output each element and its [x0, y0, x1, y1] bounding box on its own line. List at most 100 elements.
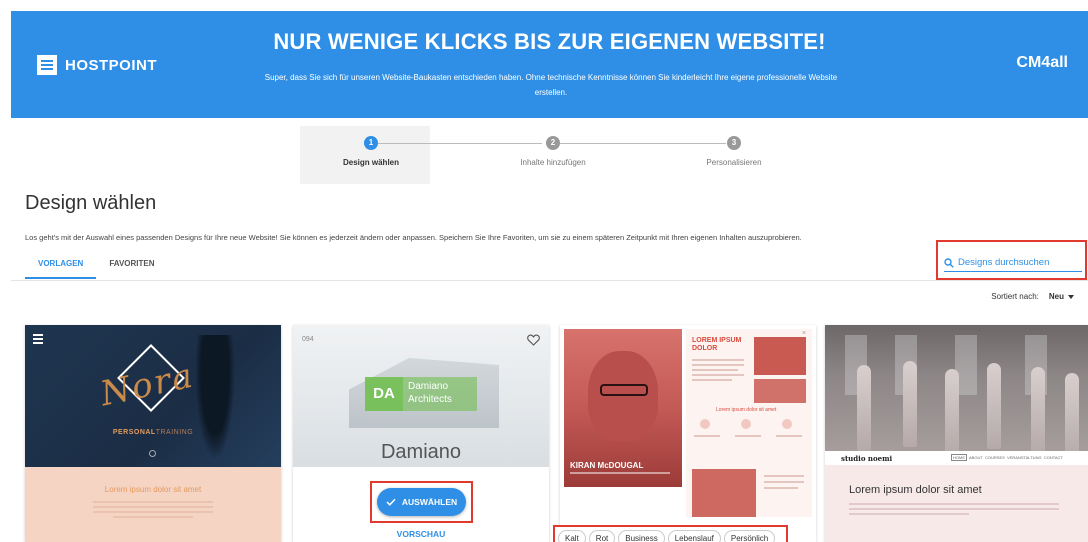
- design-number: 094: [302, 336, 314, 343]
- sort-value: Neu: [1048, 292, 1064, 301]
- sort-label: Sortiert nach:: [991, 292, 1039, 301]
- noemi-nav-bar: studio noemi HOME ABOUT COURSES VERANSTA…: [825, 451, 1088, 465]
- nora-content-area: [25, 467, 281, 542]
- text-placeholder-line: [113, 516, 193, 518]
- tag-lebenslauf[interactable]: Lebenslauf: [667, 530, 721, 542]
- stepper-line: [378, 143, 542, 144]
- preview-link[interactable]: VORSCHAU: [293, 529, 549, 539]
- kiran-page-preview: × LOREM IPSUM DOLOR Lorem ipsum dolor si…: [686, 329, 812, 517]
- step-3-label[interactable]: Personalisieren: [706, 158, 761, 167]
- athlete-figure: [195, 335, 235, 460]
- tab-favoriten[interactable]: FAVORITEN: [96, 256, 167, 279]
- favorite-heart-icon[interactable]: [527, 334, 540, 346]
- noemi-nav-link: CONTACT: [1043, 455, 1063, 460]
- yoga-person: [945, 369, 959, 455]
- thumbnail-image: [754, 337, 806, 375]
- thumbnail-image: [754, 379, 806, 403]
- hostpoint-logo[interactable]: HOSTPOINT: [37, 55, 157, 75]
- sort-dropdown[interactable]: Neu: [1049, 292, 1074, 301]
- yoga-person: [857, 365, 871, 451]
- nora-tagline-light: TRAINING: [155, 429, 194, 436]
- text-placeholder-line: [692, 374, 744, 376]
- text-placeholder-line: [570, 472, 670, 474]
- text-placeholder-line: [692, 359, 744, 361]
- yoga-person: [903, 361, 917, 447]
- damiano-logo-initials: DA: [365, 377, 403, 411]
- sort-control: Sortiert nach: Neu: [991, 292, 1074, 301]
- kiran-heading: LOREM IPSUM DOLOR: [692, 337, 742, 352]
- banner-subtitle: Super, dass Sie sich für unseren Website…: [264, 73, 838, 97]
- text-placeholder-line: [764, 487, 798, 489]
- portrait-glasses: [600, 384, 648, 396]
- active-step-highlight: [300, 126, 430, 184]
- kiran-portrait-image: KIRAN McDOUGAL: [564, 329, 682, 487]
- text-placeholder-line: [764, 475, 804, 477]
- thumbnail-image: [692, 469, 756, 517]
- tab-vorlagen[interactable]: VORLAGEN: [25, 256, 97, 279]
- design-card-kiran[interactable]: KIRAN McDOUGAL × LOREM IPSUM DOLOR Lorem…: [560, 325, 816, 542]
- scroll-indicator-icon: [149, 450, 156, 457]
- design-card-studio-noemi[interactable]: studio noemi HOME ABOUT COURSES VERANSTA…: [825, 325, 1088, 542]
- design-tabs: VORLAGEN FAVORITEN: [25, 256, 168, 279]
- page-title: Design wählen: [25, 192, 157, 214]
- search-input[interactable]: Designs durchsuchen: [944, 254, 1082, 272]
- step-2-label[interactable]: Inhalte hinzufügen: [520, 158, 585, 167]
- tag-kalt[interactable]: Kalt: [558, 530, 586, 542]
- feature-icon: [782, 419, 792, 429]
- step-1-indicator[interactable]: 1: [364, 136, 378, 150]
- design-name: Damiano: [380, 441, 462, 463]
- tabs-divider: [11, 280, 1088, 281]
- hostpoint-logo-text: HOSTPOINT: [65, 56, 158, 74]
- nora-tagline: PERSONALTRAINING: [25, 429, 281, 436]
- select-design-button[interactable]: AUSWÄHLEN: [377, 488, 466, 516]
- design-card-damiano[interactable]: 094 DA Damiano Architects Damiano AUSWÄH…: [293, 325, 549, 542]
- text-placeholder-line: [849, 513, 969, 515]
- text-placeholder-line: [692, 369, 738, 371]
- feature-icon: [700, 419, 710, 429]
- step-1-label[interactable]: Design wählen: [343, 158, 399, 167]
- text-placeholder-line: [692, 364, 744, 366]
- text-placeholder-line: [735, 435, 761, 437]
- text-placeholder-line: [93, 501, 213, 503]
- text-placeholder-line: [93, 506, 213, 508]
- design-card-nora[interactable]: Nora PERSONALTRAINING Lorem ipsum dolor …: [25, 325, 281, 542]
- text-placeholder-line: [692, 379, 732, 381]
- tag-persoenlich[interactable]: Persönlich: [723, 530, 776, 542]
- search-placeholder: Designs durchsuchen: [958, 257, 1050, 268]
- intro-text: Los geht's mit der Auswahl eines passend…: [25, 233, 802, 242]
- text-placeholder-line: [849, 508, 1059, 510]
- hostpoint-logo-icon: [37, 55, 57, 75]
- kiran-name: KIRAN McDOUGAL: [570, 461, 644, 470]
- banner-title: NUR WENIGE KLICKS BIS ZUR EIGENEN WEBSIT…: [273, 29, 826, 54]
- yoga-person: [1065, 373, 1079, 459]
- yoga-person: [987, 363, 1001, 449]
- close-icon: ×: [802, 330, 807, 337]
- hamburger-menu-icon: [33, 334, 43, 346]
- noemi-nav-link: HOME: [951, 454, 967, 461]
- text-placeholder-line: [694, 435, 720, 437]
- damiano-logo-name: Damiano Architects: [403, 377, 477, 411]
- text-placeholder-line: [776, 435, 802, 437]
- text-placeholder-line: [849, 503, 1059, 505]
- nora-lorem-heading: Lorem ipsum dolor sit amet: [104, 485, 202, 494]
- step-3-indicator[interactable]: 3: [727, 136, 741, 150]
- caret-down-icon: [1068, 294, 1074, 299]
- noemi-nav-link: COURSES: [985, 455, 1005, 460]
- yoga-person: [1031, 367, 1045, 453]
- noemi-lorem-heading: Lorem ipsum dolor sit amet: [849, 484, 982, 496]
- search-highlight: Designs durchsuchen: [936, 240, 1087, 280]
- tag-business[interactable]: Business: [618, 530, 665, 542]
- portrait-face: [588, 351, 658, 441]
- header-banner: HOSTPOINT NUR WENIGE KLICKS BIS ZUR EIGE…: [11, 11, 1088, 118]
- nora-tagline-bold: PERSONAL: [112, 429, 156, 436]
- feature-icon: [741, 419, 751, 429]
- step-2-indicator[interactable]: 2: [546, 136, 560, 150]
- tag-rot[interactable]: Rot: [588, 530, 616, 542]
- search-icon: [944, 257, 954, 268]
- select-button-label: AUSWÄHLEN: [401, 497, 458, 507]
- text-placeholder-line: [93, 511, 213, 513]
- cm4all-logo: CM4all: [1016, 54, 1068, 71]
- kiran-subheading: Lorem ipsum dolor sit amet: [716, 407, 777, 413]
- noemi-nav-link: VERANSTALTUNG: [1007, 455, 1042, 460]
- text-placeholder-line: [764, 481, 804, 483]
